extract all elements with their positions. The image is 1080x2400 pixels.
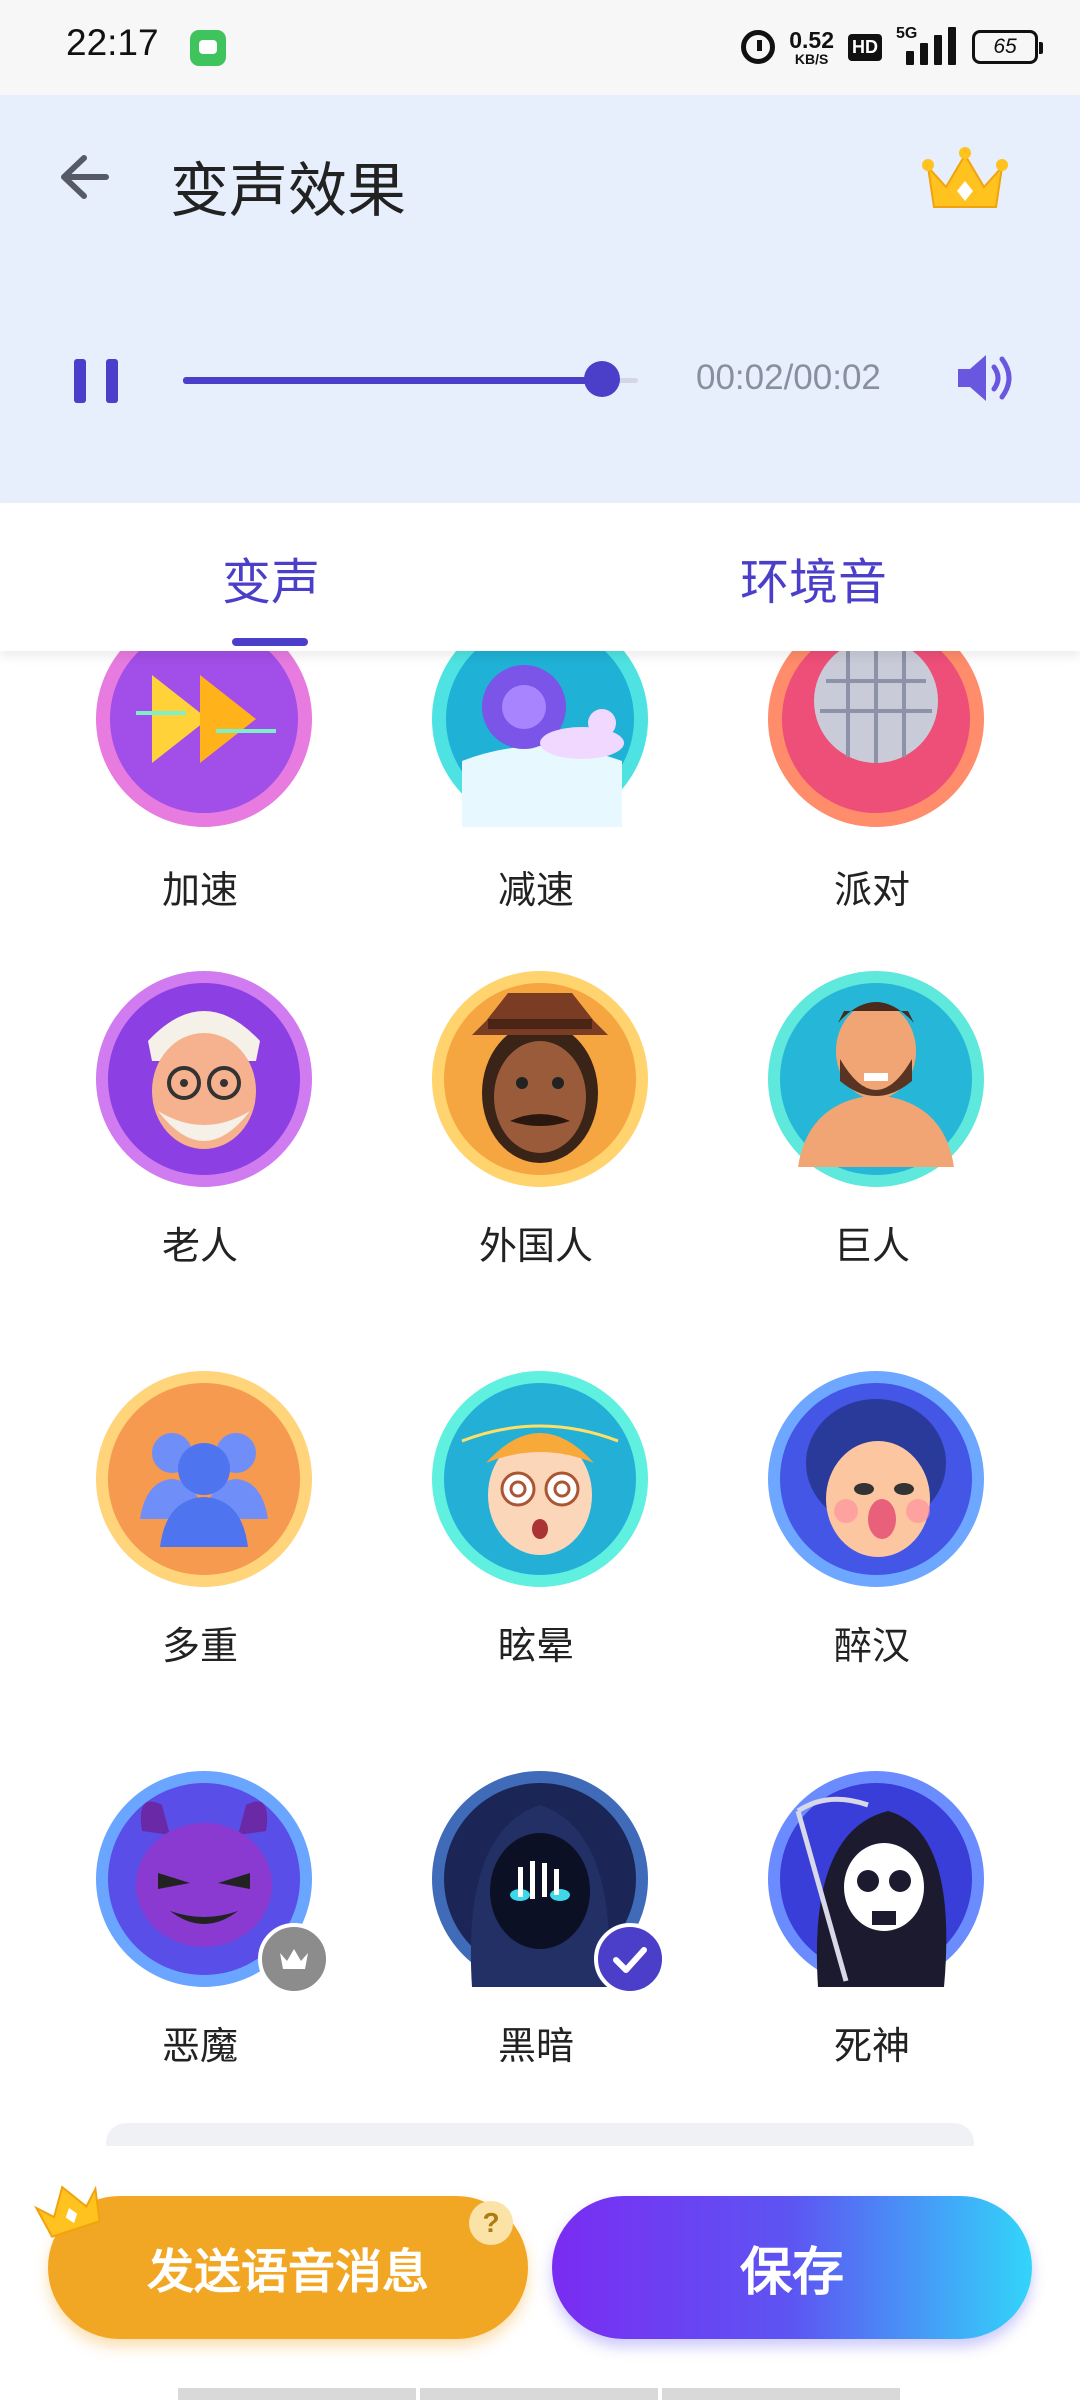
signal-bar — [906, 51, 914, 65]
tab-indicator — [232, 638, 308, 646]
crown-icon — [922, 147, 1008, 208]
selected-badge — [594, 1923, 666, 1995]
effect-label: 醉汉 — [833, 1624, 910, 1668]
effect-dizzy[interactable]: 眩晕 — [398, 1371, 658, 1711]
dizzy-icon — [432, 1371, 648, 1587]
send-voice-message-button[interactable]: 发送语音消息 — [48, 2196, 528, 2339]
progress-fill — [183, 377, 602, 384]
signal-bar — [934, 35, 942, 65]
effect-old-man[interactable]: 老人 — [62, 971, 322, 1311]
effect-devil[interactable]: 恶魔 — [62, 1771, 330, 2111]
effect-slow-down[interactable]: 减速 — [398, 651, 658, 951]
crowd-icon — [96, 1371, 312, 1587]
effect-giant[interactable]: 巨人 — [734, 971, 994, 1311]
effect-label: 外国人 — [478, 1224, 593, 1268]
old-man-icon — [96, 971, 312, 1187]
effect-label: 恶魔 — [161, 2024, 238, 2068]
header: 变声效果 00:02/00:02 — [0, 95, 1080, 503]
effect-label: 派对 — [833, 868, 910, 912]
tab-ambient[interactable]: 环境音 — [740, 543, 887, 614]
bottom-action-bar: 发送语音消息 ? 保存 — [0, 2146, 1080, 2400]
status-bar: 22:17 0.52 KB/S HD 5G 65 — [0, 0, 1080, 95]
reaper-icon — [768, 1771, 984, 1987]
effect-label: 老人 — [161, 1224, 238, 1268]
effect-foreigner[interactable]: 外国人 — [398, 971, 658, 1311]
progress-thumb[interactable] — [583, 361, 620, 397]
pause-bar — [106, 359, 118, 403]
effect-speed-up[interactable]: 加速 — [62, 651, 322, 951]
effect-party[interactable]: 派对 — [734, 651, 994, 951]
nav-bar-segment — [178, 2388, 416, 2400]
pause-button[interactable] — [72, 351, 122, 411]
check-icon — [613, 1947, 647, 1973]
drunk-icon — [768, 1371, 984, 1587]
network-speed-unit: KB/S — [794, 50, 829, 67]
help-icon[interactable]: ? — [469, 2201, 513, 2245]
back-arrow-icon — [61, 155, 109, 199]
effect-label: 眩晕 — [497, 1624, 574, 1668]
hd-badge: HD — [848, 33, 882, 61]
alarm-icon — [741, 30, 776, 64]
effect-label: 黑暗 — [497, 2024, 574, 2068]
save-label: 保存 — [739, 2243, 844, 2303]
app-root: 22:17 0.52 KB/S HD 5G 65 变声效果 00:02/00:0… — [0, 0, 1080, 2400]
vip-button[interactable] — [920, 145, 1010, 215]
signal-icon: 5G — [896, 25, 958, 67]
signal-bar — [948, 27, 956, 65]
foreigner-icon — [432, 971, 648, 1187]
status-time: 22:17 — [66, 22, 159, 63]
tab-bar: 变声 环境音 — [0, 503, 1080, 651]
battery-level: 65 — [993, 35, 1017, 58]
effect-label: 减速 — [497, 868, 574, 912]
speaker-icon — [958, 355, 1012, 401]
signal-bar — [920, 43, 928, 65]
effect-dark[interactable]: 黑暗 — [398, 1771, 666, 2111]
effect-drunk[interactable]: 醉汉 — [734, 1371, 994, 1711]
effect-label: 死神 — [833, 2024, 910, 2068]
save-button[interactable]: 保存 — [552, 2196, 1032, 2339]
nav-bar-segment — [420, 2388, 658, 2400]
network-speed-value: 0.52 — [789, 26, 834, 53]
disco-ball-icon — [768, 651, 984, 827]
playback-progress[interactable] — [183, 361, 638, 397]
effect-label: 加速 — [161, 868, 238, 912]
effects-grid: 加速 减速 派对 老人 外国人 巨人 多重 眩晕 醉汉 恶魔 黑暗 死神 — [0, 651, 1080, 2146]
message-app-icon — [190, 30, 226, 66]
volume-button[interactable] — [952, 345, 1018, 411]
effect-label: 巨人 — [833, 1224, 910, 1268]
effect-label: 多重 — [161, 1624, 238, 1668]
network-type: 5G — [896, 25, 918, 42]
nav-bar-segment — [662, 2388, 900, 2400]
status-icons: 0.52 KB/S HD 5G 65 — [741, 24, 1043, 70]
pause-bar — [74, 359, 86, 403]
send-voice-message-label: 发送语音消息 — [147, 2245, 429, 2300]
back-button[interactable] — [52, 145, 116, 209]
crown-icon — [34, 2185, 101, 2238]
fast-forward-icon — [96, 651, 312, 827]
playback-time: 00:02/00:02 — [696, 358, 881, 397]
effect-multiple[interactable]: 多重 — [62, 1371, 322, 1711]
crown-icon — [280, 1949, 308, 1969]
list-end-placeholder — [106, 2123, 974, 2146]
snail-icon — [432, 651, 648, 827]
network-speed: 0.52 KB/S — [789, 26, 834, 67]
battery-icon: 65 — [972, 30, 1043, 64]
giant-icon — [768, 971, 984, 1187]
tab-voice[interactable]: 变声 — [222, 543, 320, 614]
vip-badge — [258, 1923, 330, 1995]
page-title: 变声效果 — [170, 156, 407, 225]
effect-reaper[interactable]: 死神 — [734, 1771, 994, 2111]
